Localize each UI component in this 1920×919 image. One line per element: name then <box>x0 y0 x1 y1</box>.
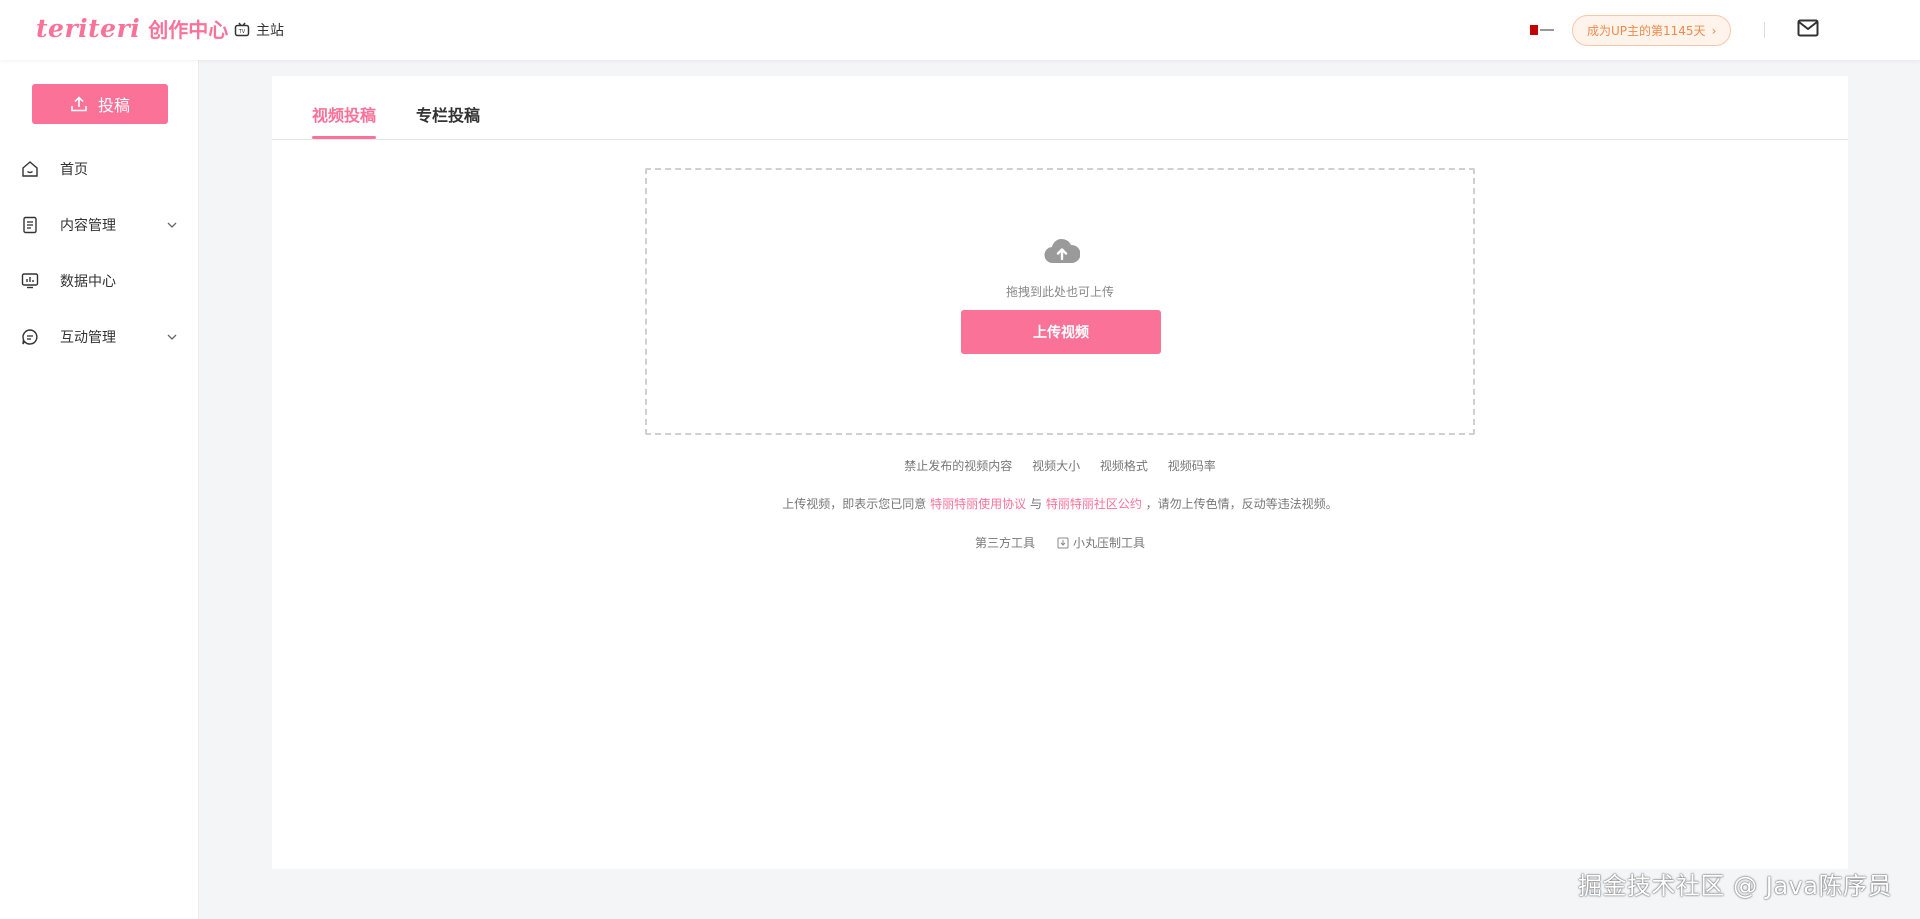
third-party-tools-label: 第三方工具 <box>974 536 1035 550</box>
home-icon <box>22 161 38 177</box>
agreement-notice: 上传视频，即表示您已同意 特丽特丽使用协议 与 特丽特丽社区公约 ，请勿上传色情… <box>272 495 1848 512</box>
sidebar: 投稿 首页 内容管理 数据中心 互动管理 <box>0 60 199 919</box>
upload-dropzone[interactable]: 拖拽到此处也可上传 上传视频 <box>645 168 1475 435</box>
tab-article-upload[interactable]: 专栏投稿 <box>416 102 480 126</box>
tab-bar: 视频投稿 专栏投稿 <box>272 76 1848 140</box>
upload-button[interactable]: 投稿 <box>32 84 168 124</box>
up-badge-text: 成为UP主的第1145天 <box>1587 24 1706 38</box>
tv-icon: TV <box>234 22 250 37</box>
flag-red-block <box>1530 25 1538 35</box>
cloud-upload-icon <box>1044 238 1080 264</box>
drop-hint: 拖拽到此处也可上传 <box>1005 285 1114 299</box>
document-icon <box>23 216 37 234</box>
link-prohibited-content[interactable]: 禁止发布的视频内容 <box>904 459 1012 473</box>
logo[interactable]: teriteri 创作中心 <box>36 14 228 43</box>
sidebar-item-content-management[interactable]: 内容管理 <box>0 205 199 245</box>
top-bar: teriteri 创作中心 TV 主站 成为UP主的第1145天 › <box>0 0 1920 60</box>
tools-links: 第三方工具 小丸压制工具 <box>272 534 1848 551</box>
main-panel: 视频投稿 专栏投稿 拖拽到此处也可上传 上传视频 禁止发布的视频内容 视频大小 … <box>272 76 1848 869</box>
sidebar-item-data-center[interactable]: 数据中心 <box>0 261 199 301</box>
up-anniversary-badge[interactable]: 成为UP主的第1145天 › <box>1572 15 1732 46</box>
chart-monitor-icon <box>21 273 39 289</box>
link-video-format[interactable]: 视频格式 <box>1100 459 1148 473</box>
active-tab-indicator <box>312 136 376 139</box>
sidebar-item-label: 首页 <box>60 162 88 178</box>
logo-script: teriteri <box>36 14 141 43</box>
upload-video-button[interactable]: 上传视频 <box>961 310 1161 354</box>
link-third-party-tools[interactable]: 第三方工具 <box>975 534 1035 551</box>
watermark: 掘金技术社区 @ Java陈序员 <box>1578 872 1892 900</box>
upload-icon <box>71 96 87 112</box>
mail-button[interactable] <box>1797 18 1819 42</box>
link-user-agreement[interactable]: 特丽特丽使用协议 <box>930 497 1026 511</box>
link-video-bitrate[interactable]: 视频码率 <box>1168 459 1216 473</box>
agreement-mid: 与 <box>1029 497 1042 511</box>
upload-button-label: 投稿 <box>97 96 130 115</box>
link-video-size[interactable]: 视频大小 <box>1032 459 1080 473</box>
main-site-label: 主站 <box>256 23 284 39</box>
sidebar-item-home[interactable]: 首页 <box>0 149 199 189</box>
download-icon <box>1057 537 1069 548</box>
chat-icon <box>22 329 38 345</box>
chevron-right-icon: › <box>1711 23 1717 38</box>
header-divider <box>1764 22 1765 38</box>
mail-icon <box>1797 19 1819 37</box>
sidebar-item-label: 互动管理 <box>60 330 116 346</box>
flag-dots <box>1540 29 1554 31</box>
sidebar-item-label: 数据中心 <box>60 274 116 290</box>
guideline-links: 禁止发布的视频内容 视频大小 视频格式 视频码率 <box>272 457 1848 474</box>
sidebar-item-interaction-management[interactable]: 互动管理 <box>0 317 199 357</box>
xiaowan-tool-label: 小丸压制工具 <box>1073 536 1146 550</box>
svg-text:TV: TV <box>238 29 246 35</box>
language-flag-icon[interactable] <box>1530 24 1554 36</box>
link-xiaowan-tool[interactable]: 小丸压制工具 <box>1057 534 1145 551</box>
sidebar-item-label: 内容管理 <box>60 218 116 234</box>
main-site-link[interactable]: TV 主站 <box>234 20 284 40</box>
chevron-down-icon <box>167 222 177 228</box>
tab-video-upload[interactable]: 视频投稿 <box>312 102 376 126</box>
chevron-down-icon <box>167 334 177 340</box>
link-community-rules[interactable]: 特丽特丽社区公约 <box>1046 497 1142 511</box>
logo-title: 创作中心 <box>148 18 229 42</box>
agreement-prefix: 上传视频，即表示您已同意 <box>782 497 927 511</box>
agreement-suffix: ，请勿上传色情，反动等违法视频。 <box>1145 497 1338 511</box>
